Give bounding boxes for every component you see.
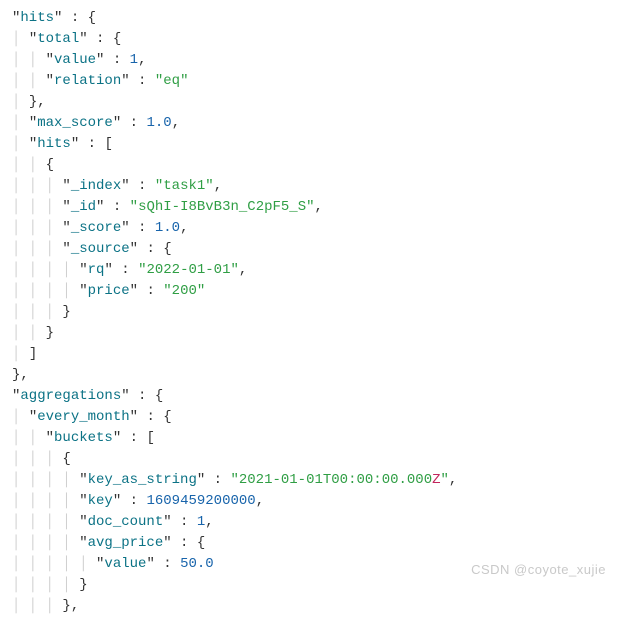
code-line: "aggregations" : { [12,386,608,407]
code-line: │ │ │ "_source" : { [12,239,608,260]
code-line: │ │ │ } [12,302,608,323]
code-line: │ │ "buckets" : [ [12,428,608,449]
code-line: │ "every_month" : { [12,407,608,428]
code-line: │ │ │ │ "doc_count" : 1, [12,512,608,533]
code-line: │ │ │ "_id" : "sQhI-I8BvB3n_C2pF5_S", [12,197,608,218]
code-line: │ "total" : { [12,29,608,50]
code-line: │ }, [12,92,608,113]
code-line: │ │ │ │ "avg_price" : { [12,533,608,554]
code-line: │ │ │ │ "key_as_string" : "2021-01-01T00… [12,470,608,491]
code-line: │ │ "relation" : "eq" [12,71,608,92]
watermark-text: CSDN @coyote_xujie [471,560,606,580]
code-line: │ │ │ { [12,449,608,470]
code-line: │ "max_score" : 1.0, [12,113,608,134]
code-line: }, [12,365,608,386]
code-line: │ ] [12,344,608,365]
code-line: │ │ │ │ "key" : 1609459200000, [12,491,608,512]
code-line: "hits" : { [12,8,608,29]
code-line: │ "hits" : [ [12,134,608,155]
json-code-block: "hits" : {│ "total" : {│ │ "value" : 1,│… [12,8,608,617]
code-line: │ │ } [12,323,608,344]
code-line: │ │ "value" : 1, [12,50,608,71]
code-line: │ │ │ }, [12,596,608,617]
code-line: │ │ │ "_index" : "task1", [12,176,608,197]
code-line: │ │ { [12,155,608,176]
code-line: │ │ │ │ "price" : "200" [12,281,608,302]
code-line: │ │ │ │ "rq" : "2022-01-01", [12,260,608,281]
code-line: │ │ │ "_score" : 1.0, [12,218,608,239]
